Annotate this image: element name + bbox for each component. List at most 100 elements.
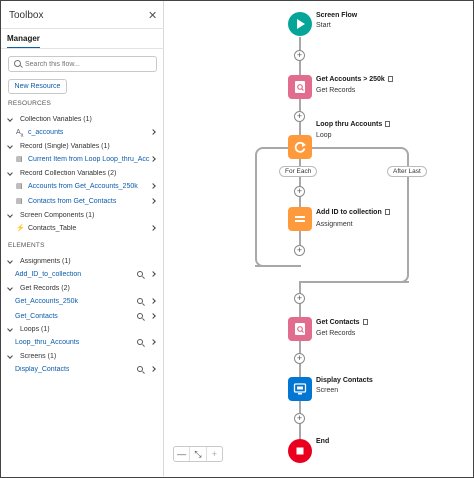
get-accounts-title: Get Accounts > 250k <box>316 76 393 83</box>
get-contacts-node[interactable] <box>288 317 312 341</box>
loop-node[interactable] <box>288 135 312 159</box>
add-element-button[interactable]: + <box>294 413 305 424</box>
assignment-title: Add ID to collection <box>316 209 390 216</box>
search-icon <box>14 60 21 67</box>
element-group-loops[interactable]: Loops (1) <box>1 324 164 336</box>
chevron-right-icon[interactable] <box>150 129 156 135</box>
screen-icon <box>293 383 307 395</box>
document-icon[interactable] <box>362 319 368 325</box>
search-field[interactable] <box>8 56 157 72</box>
add-element-button[interactable]: + <box>294 50 305 61</box>
chevron-down-icon <box>7 170 13 176</box>
add-element-button[interactable]: + <box>294 353 305 364</box>
resources-heading: RESOURCES <box>8 100 51 107</box>
stop-icon <box>296 447 304 455</box>
resource-group-screen-components[interactable]: Screen Components (1) <box>1 210 164 222</box>
resource-item[interactable]: ⚡ Contacts_Table <box>1 223 164 235</box>
resource-group-record-collection[interactable]: Record Collection Variables (2) <box>1 168 164 180</box>
assignment-icon <box>295 216 305 222</box>
zoom-in-button[interactable]: + <box>207 447 222 461</box>
chevron-right-icon[interactable] <box>150 183 156 189</box>
after-last-connector <box>299 281 409 283</box>
search-icon[interactable] <box>137 366 143 372</box>
get-records-icon <box>295 81 305 93</box>
get-records-icon <box>295 323 305 335</box>
loop-sub: Loop <box>316 132 332 139</box>
screen-node[interactable] <box>288 377 312 401</box>
element-group-screens[interactable]: Screens (1) <box>1 351 164 363</box>
tab-manager[interactable]: Manager <box>7 34 40 49</box>
element-item[interactable]: Get_Contacts <box>1 311 164 323</box>
document-icon[interactable] <box>384 209 390 215</box>
add-element-button[interactable]: + <box>294 293 305 304</box>
search-input[interactable] <box>25 58 153 70</box>
loop-back-connector <box>255 265 301 267</box>
zoom-out-button[interactable]: — <box>174 447 191 461</box>
element-item[interactable]: Get_Accounts_250k <box>1 296 164 308</box>
chevron-down-icon <box>7 285 13 291</box>
toolbox-title: Toolbox <box>9 10 44 21</box>
screen-title: Display Contacts <box>316 377 373 384</box>
resource-item[interactable]: ▤ Current Item from Loop Loop_thru_Acc..… <box>1 154 164 166</box>
chevron-right-icon[interactable] <box>150 156 156 162</box>
lightning-icon: ⚡ <box>16 225 25 232</box>
search-icon[interactable] <box>137 313 143 319</box>
get-contacts-sub: Get Records <box>316 330 356 337</box>
screen-sub: Screen <box>316 387 339 394</box>
search-icon[interactable] <box>137 298 143 304</box>
element-item[interactable]: Loop_thru_Accounts <box>1 337 164 349</box>
after-last-label: After Last <box>387 166 427 177</box>
loop-title: Loop thru Accounts <box>316 121 391 128</box>
element-item[interactable]: Display_Contacts <box>1 364 164 376</box>
toolbox-panel: Toolbox ✕ Manager New Resource RESOURCES… <box>1 1 164 476</box>
chevron-right-icon[interactable] <box>150 298 156 304</box>
chevron-right-icon[interactable] <box>150 271 156 277</box>
loop-title-text: Loop thru Accounts <box>316 121 383 128</box>
resource-group-collection-variables[interactable]: Collection Variables (1) <box>1 114 164 126</box>
for-each-label: For Each <box>279 166 318 177</box>
resource-item[interactable]: Aa c_accounts <box>1 127 164 139</box>
assignment-sub: Assignment <box>316 221 353 228</box>
start-sub: Start <box>316 22 331 29</box>
flow-canvas[interactable]: + + + + + + + For Each After Last Screen… <box>165 1 473 477</box>
start-node[interactable] <box>288 12 312 36</box>
chevron-right-icon[interactable] <box>150 225 156 231</box>
assignment-node[interactable] <box>288 207 312 231</box>
add-element-button[interactable]: + <box>294 245 305 256</box>
chevron-right-icon[interactable] <box>150 339 156 345</box>
new-resource-button[interactable]: New Resource <box>8 79 67 94</box>
get-accounts-sub: Get Records <box>316 87 356 94</box>
element-group-assignments[interactable]: Assignments (1) <box>1 256 164 268</box>
search-icon[interactable] <box>137 339 143 345</box>
zoom-controls: — ⤡ + <box>173 446 223 462</box>
end-node[interactable] <box>288 439 312 463</box>
chevron-down-icon <box>7 116 13 122</box>
end-title: End <box>316 438 330 445</box>
text-variable-icon: Aa <box>16 129 24 139</box>
chevron-right-icon[interactable] <box>150 198 156 204</box>
document-icon[interactable] <box>385 121 391 127</box>
tab-divider <box>1 48 164 49</box>
search-icon[interactable] <box>137 271 143 277</box>
chevron-right-icon[interactable] <box>150 366 156 372</box>
resource-item[interactable]: ▤ Contacts from Get_Contacts <box>1 196 164 208</box>
get-contacts-title-text: Get Contacts <box>316 319 360 326</box>
close-icon[interactable]: ✕ <box>148 9 157 22</box>
chevron-right-icon[interactable] <box>150 313 156 319</box>
chevron-down-icon <box>7 212 13 218</box>
document-icon[interactable] <box>387 76 393 82</box>
resource-item[interactable]: ▤ Accounts from Get_Accounts_250k <box>1 181 164 193</box>
element-group-get-records[interactable]: Get Records (2) <box>1 283 164 295</box>
record-icon: ▤ <box>16 198 23 205</box>
start-title: Screen Flow <box>316 12 358 19</box>
get-accounts-node[interactable] <box>288 75 312 99</box>
element-item[interactable]: Add_ID_to_collection <box>1 269 164 281</box>
record-icon: ▤ <box>16 183 23 190</box>
add-element-button[interactable]: + <box>294 111 305 122</box>
record-icon: ▤ <box>16 156 23 163</box>
resource-group-record-single[interactable]: Record (Single) Variables (1) <box>1 141 164 153</box>
fit-view-icon[interactable]: ⤡ <box>190 447 207 461</box>
chevron-down-icon <box>7 326 13 332</box>
add-element-button[interactable]: + <box>294 186 305 197</box>
loop-icon <box>294 141 306 153</box>
